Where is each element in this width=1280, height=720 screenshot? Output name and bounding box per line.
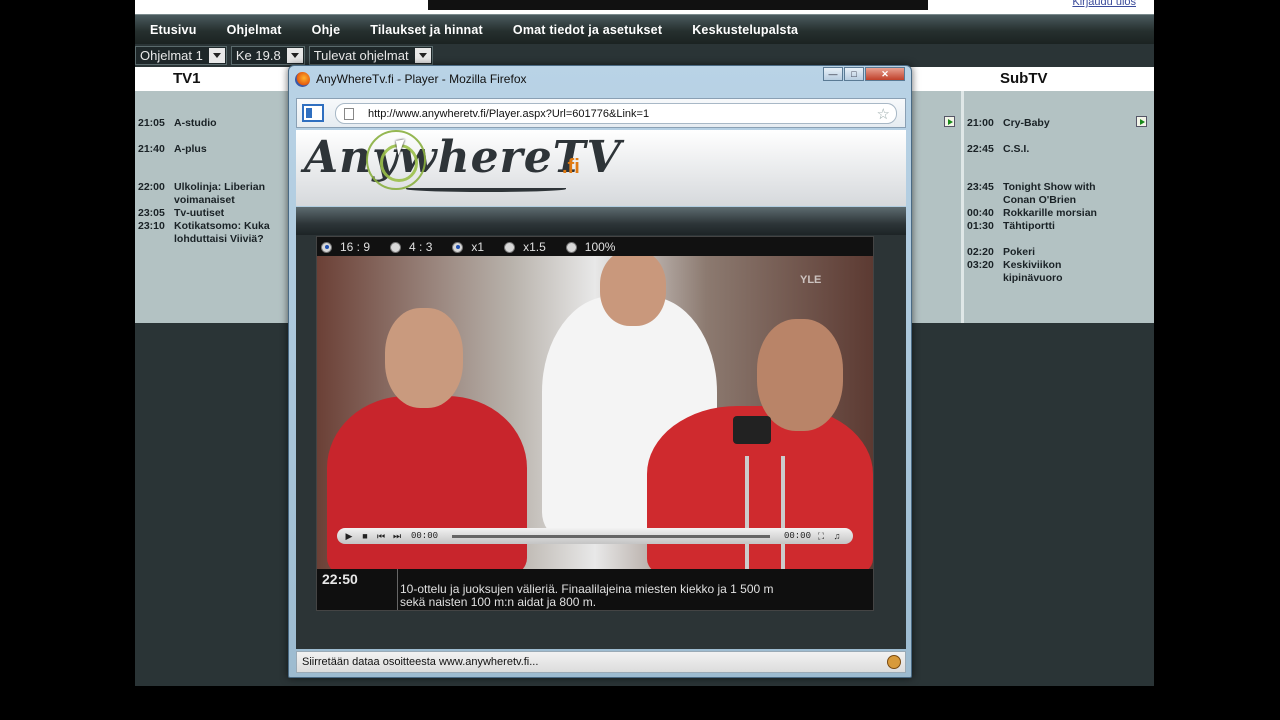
radio-icon bbox=[504, 241, 516, 253]
volume-icon[interactable]: ♫ bbox=[831, 531, 843, 541]
site-logo-suffix: .fi bbox=[562, 156, 580, 178]
radio-icon bbox=[390, 241, 402, 253]
program-row[interactable]: 23:05 Tv-uutiset bbox=[138, 207, 284, 220]
next-icon[interactable]: ⏭ bbox=[391, 531, 403, 542]
seek-bar[interactable] bbox=[452, 534, 770, 538]
size-100-option[interactable]: 100% bbox=[565, 240, 615, 254]
date-select[interactable]: Ke 19.8 bbox=[230, 46, 305, 65]
program-set-select[interactable]: Ohjelmat 1 bbox=[135, 46, 227, 65]
current-time: 00:00 bbox=[411, 531, 439, 541]
status-bar: Siirretään dataa osoitteesta www.anywher… bbox=[296, 651, 906, 673]
channel-header-hidden bbox=[907, 67, 967, 91]
program-description: 10-ottelu ja juoksujen välieriä. Finaali… bbox=[400, 582, 774, 609]
maximize-button[interactable]: □ bbox=[844, 67, 864, 81]
radio-icon bbox=[452, 241, 464, 253]
video-player: 16 : 9 4 : 3 x1 x1.5 100% YLE ▶ ■ ⏮ ⏭ 00… bbox=[316, 236, 874, 611]
timeframe-select[interactable]: Tulevat ohjelmat bbox=[308, 46, 433, 65]
url-text: http://www.anywheretv.fi/Player.aspx?Url… bbox=[368, 107, 650, 120]
video-frame[interactable]: YLE ▶ ■ ⏮ ⏭ 00:00 00:00 ⛶ ♫ bbox=[317, 256, 873, 569]
radio-icon bbox=[565, 241, 577, 253]
minimize-button[interactable]: — bbox=[823, 67, 843, 81]
channel-column-subtv: 21:00 Cry-Baby 22:45 C.S.I. 23:45 Tonight S… bbox=[964, 91, 1154, 323]
chevron-down-icon bbox=[286, 48, 303, 63]
addon-icon[interactable] bbox=[887, 655, 901, 669]
program-row[interactable]: 03:20 Keskiviikon kipinävuoro bbox=[967, 259, 1113, 285]
main-nav: Etusivu Ohjelmat Ohje Tilaukset ja hinna… bbox=[135, 14, 1154, 44]
location-bar: http://www.anywheretv.fi/Player.aspx?Url… bbox=[296, 98, 906, 128]
program-time: 22:50 bbox=[317, 569, 398, 610]
logout-link[interactable]: Kirjaudu ulos bbox=[1072, 0, 1136, 8]
firefox-popup-window: AnyWhereTv.fi - Player - Mozilla Firefox… bbox=[288, 65, 912, 678]
chevron-down-icon bbox=[414, 48, 431, 63]
site-header: AnywhereTV .fi bbox=[296, 130, 906, 206]
program-row[interactable]: 23:10 Kotikatsomo: Kuka lohduttaisi Viivi… bbox=[138, 220, 284, 246]
program-row[interactable]: 22:00 Ulkolinja: Liberian voimanaiset bbox=[138, 181, 284, 207]
nav-item-ohje[interactable]: Ohje bbox=[312, 23, 341, 37]
previous-icon[interactable]: ⏮ bbox=[375, 531, 387, 542]
nav-item-ohjelmat[interactable]: Ohjelmat bbox=[227, 23, 282, 37]
camera bbox=[733, 416, 771, 444]
play-icon[interactable]: ▶ bbox=[343, 531, 355, 542]
play-icon[interactable] bbox=[1136, 116, 1147, 127]
tripod bbox=[745, 456, 785, 569]
window-titlebar[interactable]: AnyWhereTv.fi - Player - Mozilla Firefox bbox=[295, 69, 527, 89]
channel-watermark: YLE bbox=[800, 274, 822, 286]
top-bar: Kirjaudu ulos bbox=[135, 0, 1154, 14]
program-row[interactable]: 21:40 A-plus bbox=[138, 143, 284, 156]
aspect-16-9-option[interactable]: 16 : 9 bbox=[321, 240, 370, 254]
program-row[interactable]: 23:45 Tonight Show with Conan O'Brien bbox=[967, 181, 1113, 207]
chevron-down-icon bbox=[208, 48, 225, 63]
program-row[interactable]: 21:00 Cry-Baby bbox=[967, 117, 1113, 130]
play-icon[interactable] bbox=[944, 116, 955, 127]
nav-item-omat-tiedot[interactable]: Omat tiedot ja asetukset bbox=[513, 23, 662, 37]
bookmark-star-icon[interactable]: ☆ bbox=[877, 105, 890, 123]
size-x1-option[interactable]: x1 bbox=[452, 240, 484, 254]
window-controls: — □ ✕ bbox=[822, 67, 905, 81]
site-nav-band bbox=[296, 207, 906, 235]
site-identity-icon[interactable] bbox=[302, 104, 324, 122]
status-text: Siirretään dataa osoitteesta www.anywher… bbox=[302, 656, 539, 668]
size-x1-5-option[interactable]: x1.5 bbox=[504, 240, 546, 254]
firefox-icon bbox=[295, 71, 310, 87]
spectator-head bbox=[600, 256, 666, 326]
channel-header-subtv: SubTV bbox=[964, 67, 1154, 91]
stop-icon[interactable]: ■ bbox=[359, 531, 371, 541]
spectator-head bbox=[385, 308, 463, 408]
radio-icon bbox=[321, 241, 332, 253]
nav-item-tilaukset[interactable]: Tilaukset ja hinnat bbox=[370, 23, 483, 37]
program-row[interactable]: 00:40 Rokkarille morsian bbox=[967, 207, 1113, 220]
url-field[interactable]: http://www.anywheretv.fi/Player.aspx?Url… bbox=[335, 103, 897, 124]
playback-controls: ▶ ■ ⏮ ⏭ 00:00 00:00 ⛶ ♫ bbox=[337, 528, 853, 544]
click-highlight-icon bbox=[366, 130, 426, 190]
program-row[interactable]: 22:45 C.S.I. bbox=[967, 143, 1113, 156]
program-row[interactable]: 01:30 Tähtiportti bbox=[967, 220, 1113, 233]
page-icon bbox=[344, 107, 354, 120]
channel-column-hidden bbox=[907, 91, 961, 323]
logo-swoosh bbox=[406, 186, 566, 192]
program-row[interactable]: 02:20 Pokeri bbox=[967, 246, 1113, 259]
player-options: 16 : 9 4 : 3 x1 x1.5 100% bbox=[321, 239, 635, 255]
window-title: AnyWhereTv.fi - Player - Mozilla Firefox bbox=[316, 72, 527, 86]
top-banner bbox=[428, 0, 928, 10]
total-time: 00:00 bbox=[783, 531, 811, 541]
nav-item-etusivu[interactable]: Etusivu bbox=[150, 23, 197, 37]
aspect-4-3-option[interactable]: 4 : 3 bbox=[390, 240, 432, 254]
program-row[interactable]: 21:05 A-studio bbox=[138, 117, 284, 130]
fullscreen-icon[interactable]: ⛶ bbox=[815, 531, 827, 542]
nav-item-keskustelupalsta[interactable]: Keskustelupalsta bbox=[692, 23, 798, 37]
close-button[interactable]: ✕ bbox=[865, 67, 905, 81]
program-info: 22:50 10-ottelu ja juoksujen välieriä. F… bbox=[317, 569, 873, 610]
spectator-head bbox=[757, 319, 843, 431]
filter-bar: Ohjelmat 1 Ke 19.8 Tulevat ohjelmat bbox=[135, 46, 433, 66]
player-area: 16 : 9 4 : 3 x1 x1.5 100% YLE ▶ ■ ⏮ ⏭ 00… bbox=[296, 235, 906, 649]
